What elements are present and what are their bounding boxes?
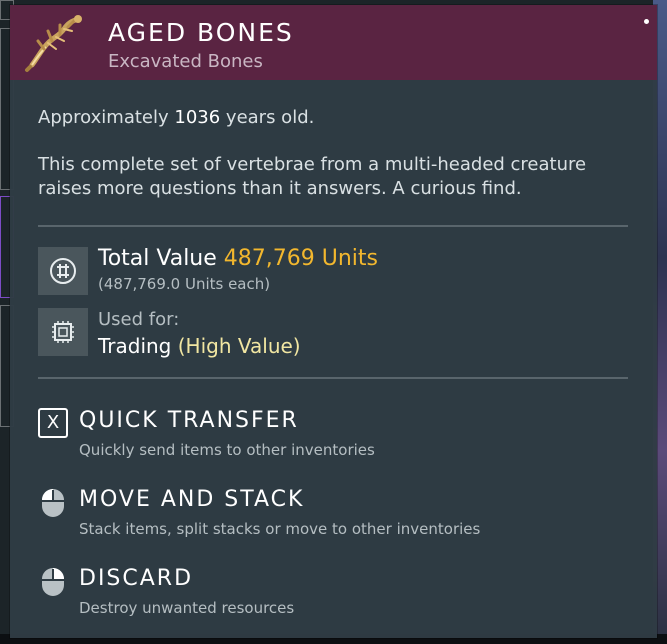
- move-and-stack-desc: Stack items, split stacks or move to oth…: [79, 520, 481, 538]
- chip-icon: [38, 308, 88, 356]
- item-tooltip-panel: AGED BONES Excavated Bones Approximately…: [10, 5, 657, 638]
- mouse-right-icon: [42, 568, 64, 596]
- total-value-label: Total Value: [98, 246, 217, 271]
- used-for-label: Used for:: [98, 309, 180, 330]
- used-for-value: Trading (High Value): [98, 334, 301, 358]
- x-key-icon: X: [38, 408, 68, 438]
- age-suffix: years old.: [225, 107, 315, 128]
- quick-transfer-title: QUICK TRANSFER: [79, 408, 299, 433]
- units-icon: [38, 247, 88, 295]
- divider: [38, 225, 628, 227]
- item-subtitle: Excavated Bones: [108, 51, 263, 72]
- item-description: This complete set of vertebrae from a mu…: [38, 154, 587, 199]
- move-and-stack-title: MOVE AND STACK: [79, 487, 305, 512]
- used-for-trading: Trading: [98, 334, 172, 358]
- divider: [38, 377, 628, 379]
- corner-dot: [644, 19, 649, 24]
- value-each: (487,769.0 Units each): [98, 275, 271, 293]
- bones-icon: [25, 15, 82, 72]
- used-for-qualifier: (High Value): [177, 334, 301, 358]
- total-value-amount: 487,769 Units: [223, 246, 379, 271]
- discard-desc: Destroy unwanted resources: [79, 599, 295, 617]
- item-age: Approximately 1036 years old.: [38, 107, 314, 128]
- quick-transfer-desc: Quickly send items to other inventories: [79, 441, 375, 459]
- item-title: AGED BONES: [108, 18, 294, 47]
- age-value: 1036: [174, 107, 221, 128]
- mouse-left-icon: [42, 489, 64, 517]
- total-value: Total Value 487,769 Units: [98, 246, 378, 271]
- age-prefix: Approximately: [38, 107, 169, 128]
- item-header: AGED BONES Excavated Bones: [10, 5, 657, 80]
- discard-title: DISCARD: [79, 566, 194, 591]
